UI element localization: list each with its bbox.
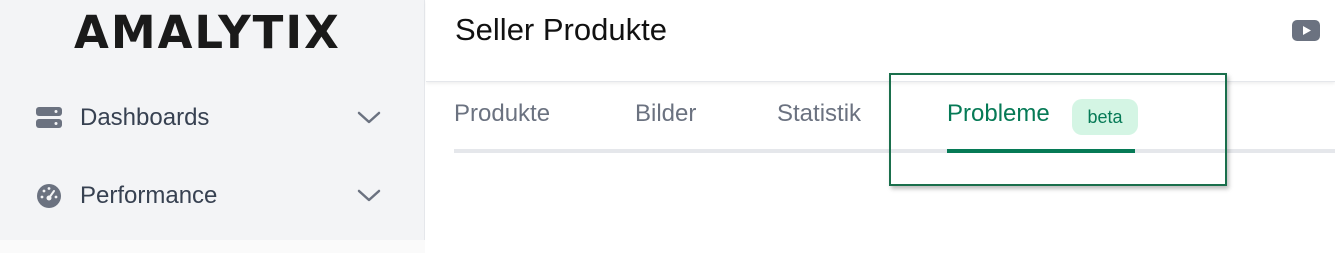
chevron-down-icon[interactable] — [356, 183, 382, 209]
brand-logo[interactable]: AMALYTIX — [74, 8, 346, 58]
tab-probleme[interactable]: Probleme — [947, 100, 1050, 136]
tab-bilder[interactable]: Bilder — [635, 100, 696, 136]
sidebar: AMALYTIX Dashboards Performance — [0, 0, 425, 253]
sidebar-item-performance[interactable]: Performance — [0, 166, 425, 226]
sidebar-footer — [0, 240, 425, 253]
gauge-icon — [36, 183, 62, 209]
tabs-track — [454, 149, 1335, 153]
page-title: Seller Produkte — [455, 12, 667, 47]
sidebar-item-label: Performance — [80, 182, 218, 209]
sidebar-item-dashboards[interactable]: Dashboards — [0, 88, 425, 148]
tab-statistik[interactable]: Statistik — [777, 100, 861, 136]
youtube-icon[interactable] — [1292, 20, 1320, 41]
highlight-box — [889, 73, 1227, 186]
beta-badge: beta — [1072, 99, 1138, 135]
active-tab-indicator — [947, 149, 1135, 153]
tab-produkte[interactable]: Produkte — [454, 100, 550, 136]
chevron-down-icon[interactable] — [356, 105, 382, 131]
page-header: Seller Produkte — [426, 0, 1335, 82]
server-icon — [36, 105, 62, 131]
sidebar-item-label: Dashboards — [80, 104, 210, 131]
app-window: AMALYTIX Dashboards Performance Seller P… — [0, 0, 1335, 253]
